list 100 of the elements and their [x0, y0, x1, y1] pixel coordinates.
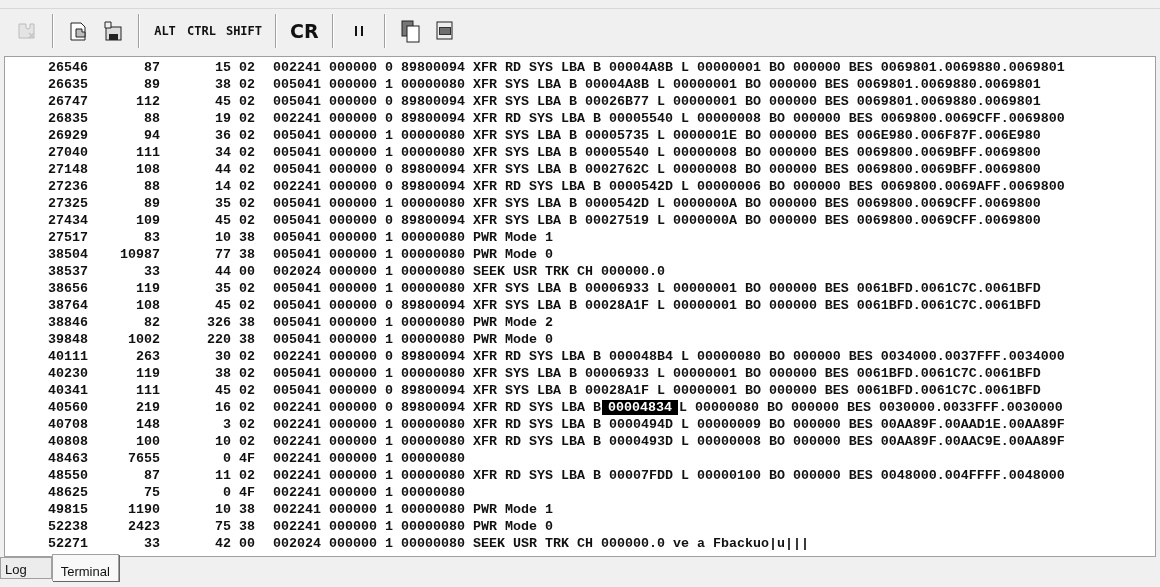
code-cell-text: 35 — [214, 195, 231, 212]
log-message: 002241 000000 1 00000080 XFR RD SYS LBA B 00007FDD L 00000100 BO 000000 BES 0048000.004FFFF.0048000 — [272, 467, 1066, 484]
code-cell-text: 0 — [222, 484, 231, 501]
log-message: 005041 000000 1 00000080 XFR SYS LBA B 00004A8B L 00000001 BO 000000 BES 0069801.0069880.0069801 — [272, 76, 1042, 93]
status-cell-text: 4F — [238, 450, 255, 467]
status-cell-text: 02 — [238, 348, 255, 365]
log-message: 005041 000000 1 00000080 XFR SYS LBA B 00006933 L 00000001 BO 000000 BES 0061BFD.0061C7C.0061BFD — [272, 365, 1042, 382]
code-cell-text: 11 — [214, 467, 231, 484]
time-cell-text: 49815 — [47, 501, 88, 518]
code-cell-text: 38 — [214, 76, 231, 93]
time-cell-text: 40808 — [47, 433, 88, 450]
status-cell-text: 4F — [238, 484, 255, 501]
log-message: 002241 000000 1 00000080 XFR RD SYS LBA B 0000494D L 00000009 BO 000000 BES 00AA89F.00AAD1E.00AA89F — [272, 416, 1066, 433]
time-cell-text: 26929 — [47, 127, 88, 144]
log-message: 002241 000000 0 89800094 XFR RD SYS LBA B 000048B4 L 00000080 BO 000000 BES 0034000.0037FFF.0034000 — [272, 348, 1066, 365]
delta-cell-text: 108 — [135, 297, 160, 314]
time-cell-text: 40708 — [47, 416, 88, 433]
log-message: 002241 000000 0 89800094 XFR RD SYS LBA B 0000542D L 00000006 BO 000000 BES 0069800.0069AFF.0069800 — [272, 178, 1066, 195]
time-cell-text: 40560 — [47, 399, 88, 416]
delta-cell-text: 7655 — [127, 450, 160, 467]
log-message: 005041 000000 0 89800094 XFR SYS LBA B 00028A1F L 00000001 BO 000000 BES 0061BFD.0061C7C.0061BFD — [272, 297, 1042, 314]
code-cell-text: 0 — [222, 450, 231, 467]
log-message: 002241 000000 0 89800094 XFR RD SYS LBA B 00004A8B L 00000001 BO 000000 BES 0069801.0069880.0069801 — [272, 59, 1066, 76]
log-message: 002024 000000 1 00000080 SEEK USR TRK CH 000000.0 — [272, 263, 666, 280]
log-message: 005041 000000 1 00000080 XFR SYS LBA B 00005735 L 0000001E BO 000000 BES 006E980.006F87F.006E980 — [272, 127, 1042, 144]
delta-cell-text: 119 — [135, 365, 160, 382]
log-message: 002241 000000 1 00000080 XFR RD SYS LBA B 0000493D L 00000008 BO 000000 BES 00AA89F.00AAC9E.00AA89F — [272, 433, 1066, 450]
delta-cell-text: 111 — [135, 144, 160, 161]
delta-cell-text: 219 — [135, 399, 160, 416]
delta-cell-text: 33 — [143, 535, 160, 552]
code-cell-text: 35 — [214, 280, 231, 297]
time-cell-text: 52271 — [47, 535, 88, 552]
log-message: 002241 000000 1 00000080 PWR Mode 1 — [272, 501, 554, 518]
time-cell-text: 48550 — [47, 467, 88, 484]
tab[interactable]: Log — [0, 557, 52, 579]
delta-cell-text: 87 — [143, 59, 160, 76]
status-cell-text: 02 — [238, 382, 255, 399]
log-message: 002241 000000 0 89800094 XFR RD SYS LBA B 00005540 L 00000008 BO 000000 BES 0069800.0069CFF.0069800 — [272, 110, 1066, 127]
code-cell-text: 16 — [214, 399, 231, 416]
delta-cell-text: 1190 — [127, 501, 160, 518]
time-cell-text: 38504 — [47, 246, 88, 263]
status-cell-text: 02 — [238, 76, 255, 93]
delta-cell-text: 89 — [143, 76, 160, 93]
status-cell-text: 00 — [238, 263, 255, 280]
copy-icon — [399, 19, 422, 43]
delta-cell-text: 119 — [135, 280, 160, 297]
log-message: 002241 000000 1 00000080 PWR Mode 0 — [272, 518, 554, 535]
time-cell-text: 40111 — [47, 348, 88, 365]
log-message: 005041 000000 1 00000080 PWR Mode 0 — [272, 331, 554, 348]
key-button[interactable]: SHIFT — [222, 16, 266, 46]
log-message: 005041 000000 0 89800094 XFR SYS LBA B 0002762C L 00000008 BO 000000 BES 0069800.0069BFF.0069800 — [272, 161, 1042, 178]
log-message: 005041 000000 1 00000080 XFR SYS LBA B 00005540 L 00000008 BO 000000 BES 0069800.0069BFF.0069800 — [272, 144, 1042, 161]
code-cell-text: 44 — [214, 263, 231, 280]
code-cell-text: 38 — [214, 365, 231, 382]
time-cell-text: 26546 — [47, 59, 88, 76]
time-cell-text: 48463 — [47, 450, 88, 467]
code-cell-text: 42 — [214, 535, 231, 552]
time-cell-text: 38656 — [47, 280, 88, 297]
log-message: 005041 000000 1 00000080 PWR Mode 2 — [272, 314, 554, 331]
time-cell-text: 38846 — [47, 314, 88, 331]
status-cell-text: 02 — [238, 365, 255, 382]
time-cell-text: 27148 — [47, 161, 88, 178]
delta-cell-text: 87 — [143, 467, 160, 484]
status-cell-text: 02 — [238, 416, 255, 433]
time-cell-text: 52238 — [47, 518, 88, 535]
delta-cell-text: 75 — [143, 484, 160, 501]
delta-cell-text: 100 — [135, 433, 160, 450]
code-cell-text: 30 — [214, 348, 231, 365]
key-button[interactable]: CTRL — [184, 16, 219, 46]
status-cell-text: 02 — [238, 93, 255, 110]
key-button[interactable]: CR — [287, 16, 322, 46]
delta-cell-text: 88 — [143, 178, 160, 195]
pause-icon — [353, 25, 364, 37]
log-message: 005041 000000 1 00000080 XFR SYS LBA B 0000542D L 0000000A BO 000000 BES 0069800.0069CFF.0069800 — [272, 195, 1042, 212]
time-cell-text: 39848 — [47, 331, 88, 348]
log-message: 005041 000000 0 89800094 XFR SYS LBA B 00028A1F L 00000001 BO 000000 BES 0061BFD.0061C7C.0061BFD — [272, 382, 1042, 399]
log-message: 005041 000000 0 89800094 XFR SYS LBA B 00027519 L 0000000A BO 000000 BES 0069800.0069CFF.0069800 — [272, 212, 1042, 229]
log-message: 005041 000000 1 00000080 PWR Mode 0 — [272, 246, 554, 263]
delta-cell-text: 148 — [135, 416, 160, 433]
status-cell-text: 38 — [238, 501, 255, 518]
time-cell-text: 27517 — [47, 229, 88, 246]
time-cell-text: 40230 — [47, 365, 88, 382]
key-button[interactable]: ALT — [150, 16, 180, 46]
time-cell-text: 48625 — [47, 484, 88, 501]
selected-text: 00004834 — [601, 400, 678, 415]
status-cell-text: 02 — [238, 178, 255, 195]
log-message: 002024 000000 1 00000080 SEEK USR TRK CH 000000.0 ve a Fbackuo|u||| — [272, 535, 810, 552]
delta-cell-text: 89 — [143, 195, 160, 212]
time-cell-text: 38537 — [47, 263, 88, 280]
delta-cell-text: 108 — [135, 161, 160, 178]
delta-cell-text: 94 — [143, 127, 160, 144]
status-cell-text: 38 — [238, 518, 255, 535]
log-message: 005041 000000 1 00000080 PWR Mode 1 — [272, 229, 554, 246]
time-cell-text: 27325 — [47, 195, 88, 212]
status-cell-text: 02 — [238, 467, 255, 484]
tab[interactable]: Terminal — [51, 554, 119, 581]
code-cell-text: 36 — [214, 127, 231, 144]
status-cell-text: 02 — [238, 280, 255, 297]
time-cell-text: 26747 — [47, 93, 88, 110]
status-cell-text: 38 — [238, 246, 255, 263]
